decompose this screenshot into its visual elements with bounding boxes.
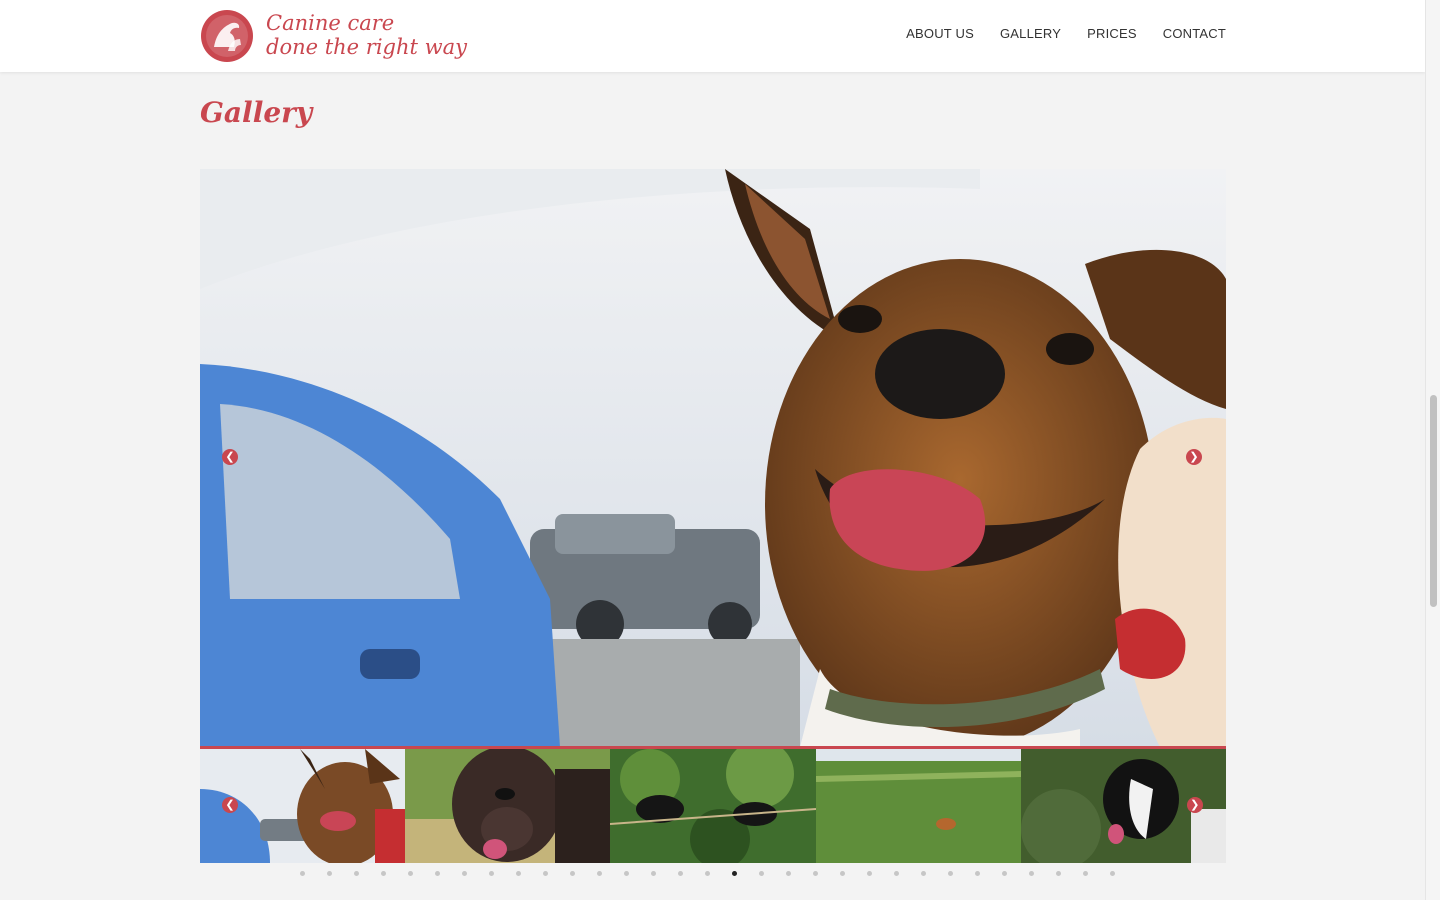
thumbnail-border-collie[interactable]: ❯ xyxy=(1020,749,1226,863)
pagination-dot[interactable] xyxy=(624,871,629,876)
pagination-dot[interactable] xyxy=(327,871,332,876)
pagination-dot[interactable] xyxy=(759,871,764,876)
slider-pagination xyxy=(300,871,1130,881)
main-nav: ABOUT US GALLERY PRICES CONTACT xyxy=(906,26,1226,41)
pagination-dot[interactable] xyxy=(948,871,953,876)
pagination-dot[interactable] xyxy=(570,871,575,876)
thumb-next-icon[interactable]: ❯ xyxy=(1186,797,1203,813)
pagination-dot[interactable] xyxy=(786,871,791,876)
pagination-dot[interactable] xyxy=(651,871,656,876)
pagination-dot[interactable] xyxy=(516,871,521,876)
pagination-dot[interactable] xyxy=(354,871,359,876)
pagination-dot[interactable] xyxy=(894,871,899,876)
pagination-dot[interactable] xyxy=(597,871,602,876)
pagination-dot[interactable] xyxy=(975,871,980,876)
pagination-dot[interactable] xyxy=(1110,871,1115,876)
pagination-dot[interactable] xyxy=(408,871,413,876)
nav-prices[interactable]: PRICES xyxy=(1087,26,1137,41)
pagination-dot[interactable] xyxy=(381,871,386,876)
chevron-left-icon[interactable]: ❮ xyxy=(222,449,238,465)
nav-contact[interactable]: CONTACT xyxy=(1163,26,1226,41)
dog-silhouette-icon[interactable] xyxy=(200,9,254,63)
pagination-dot[interactable] xyxy=(732,871,737,876)
gallery-main-image[interactable]: ❮ ❯ xyxy=(200,169,1226,747)
pagination-dot[interactable] xyxy=(921,871,926,876)
pagination-dot[interactable] xyxy=(300,871,305,876)
brand-line-1: Canine care xyxy=(266,11,395,35)
nav-gallery[interactable]: GALLERY xyxy=(1000,26,1061,41)
pagination-dot[interactable] xyxy=(840,871,845,876)
thumbnail-black-dog-woods[interactable] xyxy=(610,749,816,863)
page-scrollbar[interactable] xyxy=(1425,0,1440,900)
pagination-dot[interactable] xyxy=(678,871,683,876)
thumbnail-staffie[interactable] xyxy=(405,749,611,863)
pagination-dot[interactable] xyxy=(813,871,818,876)
pagination-dot[interactable] xyxy=(705,871,710,876)
dog-photo-illustration xyxy=(200,169,1226,747)
scrollbar-thumb[interactable] xyxy=(1430,395,1437,607)
pagination-dot[interactable] xyxy=(1029,871,1034,876)
pagination-dot[interactable] xyxy=(1002,871,1007,876)
pagination-dot[interactable] xyxy=(867,871,872,876)
pagination-dot[interactable] xyxy=(1056,871,1061,876)
nav-about-us[interactable]: ABOUT US xyxy=(906,26,974,41)
pagination-dot[interactable] xyxy=(462,871,467,876)
thumbnail-jack-russell[interactable]: ❮ xyxy=(200,749,406,863)
pagination-dot[interactable] xyxy=(543,871,548,876)
page-title: Gallery xyxy=(200,96,313,129)
pagination-dot[interactable] xyxy=(489,871,494,876)
brand-line-2: done the right way xyxy=(266,35,467,59)
thumbnail-strip: ❮ ❯ xyxy=(200,746,1226,863)
brand-tagline[interactable]: Canine care done the right way xyxy=(266,11,467,59)
thumbnail-dog-in-field[interactable] xyxy=(815,749,1021,863)
thumb-prev-icon[interactable]: ❮ xyxy=(222,797,238,813)
site-header: Canine care done the right way ABOUT US … xyxy=(0,0,1425,72)
pagination-dot[interactable] xyxy=(435,871,440,876)
pagination-dot[interactable] xyxy=(1083,871,1088,876)
chevron-right-icon[interactable]: ❯ xyxy=(1186,449,1202,465)
